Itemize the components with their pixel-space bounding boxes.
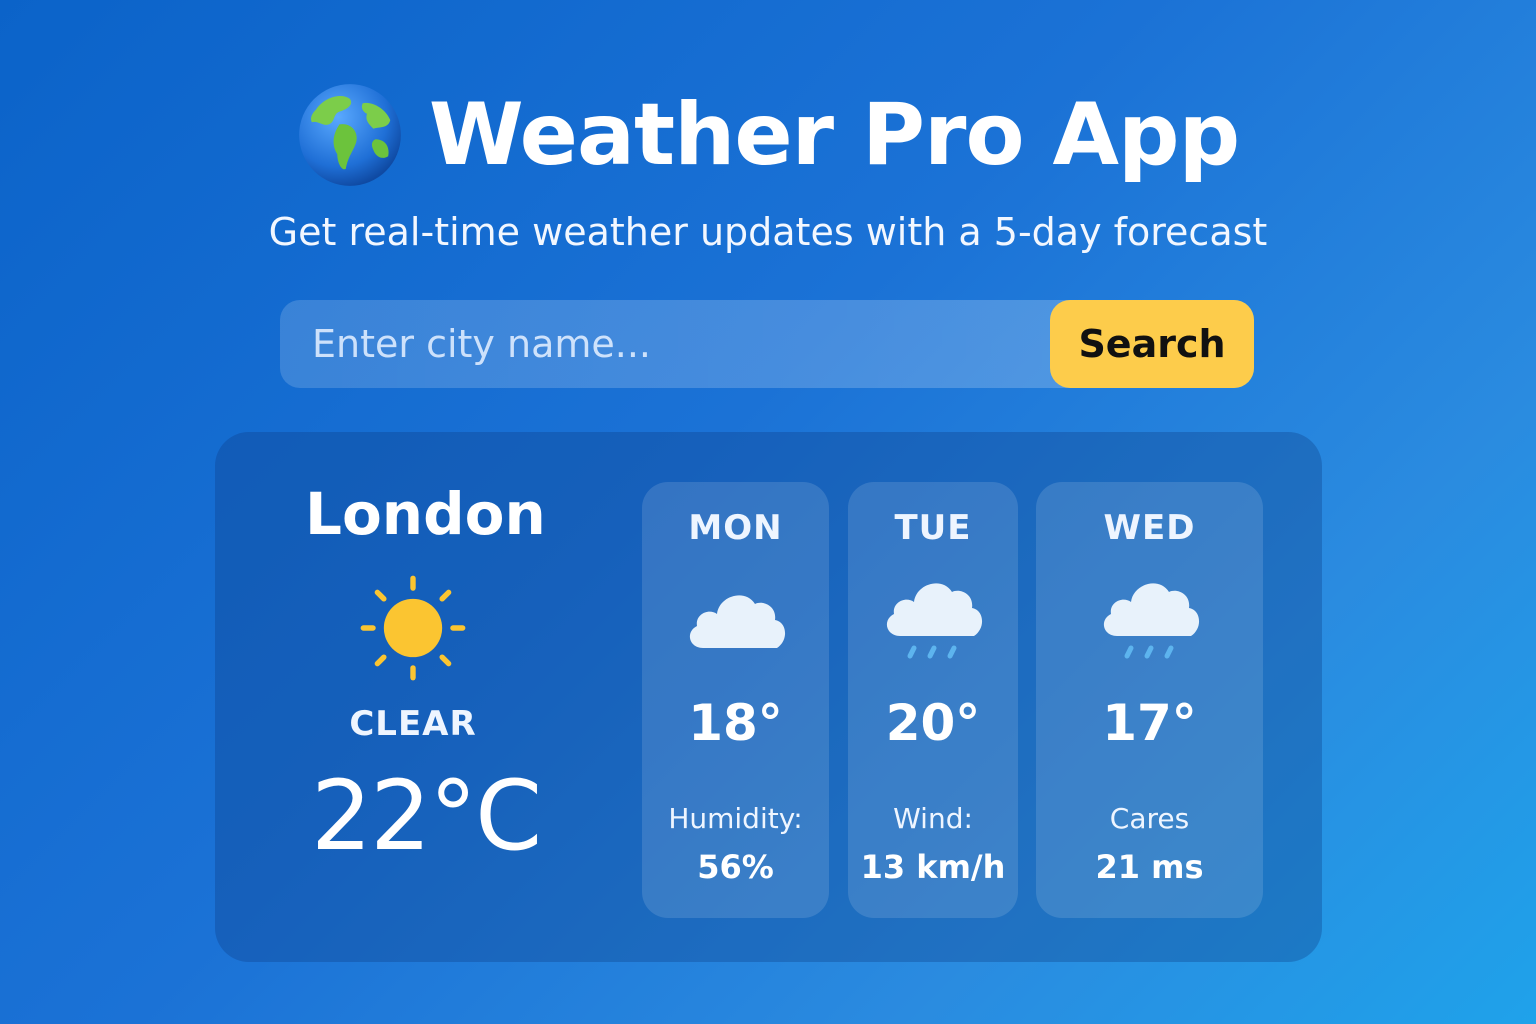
app-header: Weather Pro App: [0, 82, 1536, 188]
forecast-day-label: MON: [688, 508, 783, 548]
forecast-stat-label: Humidity:: [668, 802, 803, 835]
forecast-stat-value: 13 km/h: [860, 848, 1006, 886]
forecast-day-label: TUE: [894, 508, 972, 548]
city-search-input[interactable]: [280, 300, 1040, 388]
search-button[interactable]: Search: [1050, 300, 1254, 388]
forecast-day-tue: TUE 20° Wind: 13 km/h: [848, 482, 1018, 918]
weather-card: London CLEAR 22°C MON 18° Humidity: 56%: [215, 432, 1322, 962]
current-weather: London CLEAR 22°C: [215, 432, 635, 962]
rain-cloud-icon: [886, 583, 983, 659]
rain-cloud-icon: [1103, 583, 1199, 659]
app-title: Weather Pro App: [428, 85, 1240, 185]
forecast-day-label: WED: [1103, 508, 1196, 548]
cloud-icon: [689, 595, 785, 648]
city-name: London: [305, 480, 546, 548]
forecast-stat-label: Cares: [1109, 802, 1190, 835]
forecast-day-mon: MON 18° Humidity: 56%: [642, 482, 829, 918]
forecast-stat-value: 56%: [697, 848, 774, 886]
app-subtitle: Get real-time weather updates with a 5-d…: [268, 210, 1268, 254]
forecast-stat-label: Wind:: [893, 802, 973, 835]
forecast-temp: 18°: [688, 694, 783, 752]
forecast-day-wed: WED 17° Cares 21 ms: [1036, 482, 1263, 918]
search-bar: Search: [280, 300, 1254, 388]
forecast-stat-value: 21 ms: [1095, 848, 1204, 886]
sun-icon: [360, 575, 466, 681]
forecast-temp: 20°: [885, 694, 981, 752]
weather-condition: CLEAR: [349, 704, 477, 744]
globe-icon: [298, 84, 401, 186]
forecast-temp: 17°: [1102, 694, 1197, 752]
current-temperature: 22°C: [311, 760, 542, 872]
